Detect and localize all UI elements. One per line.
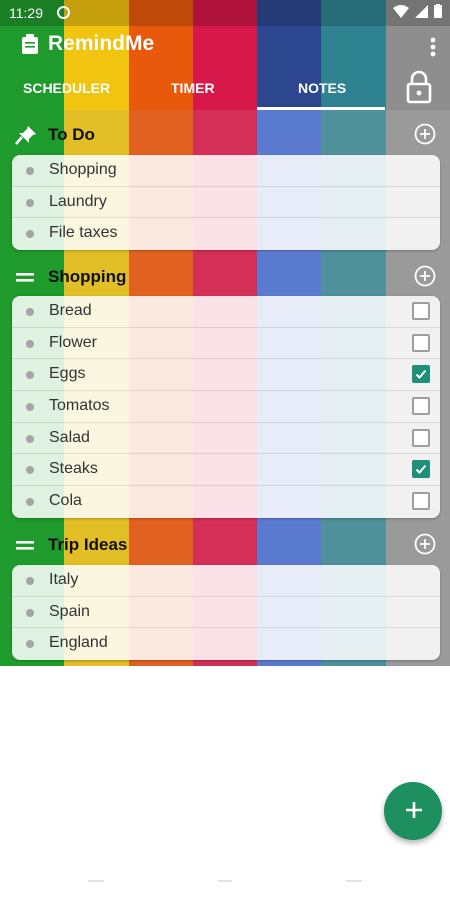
list-item[interactable]: Salad xyxy=(12,423,440,455)
item-checkbox[interactable] xyxy=(412,428,430,447)
checkmark-icon xyxy=(415,370,427,380)
bullet-icon xyxy=(26,371,34,380)
lock-icon[interactable] xyxy=(402,70,436,106)
nav-recent-hint xyxy=(346,880,362,882)
app-title: RemindMe xyxy=(48,32,155,55)
add-item-icon[interactable] xyxy=(414,265,436,287)
checkmark-icon xyxy=(415,465,427,475)
item-label: Flower xyxy=(49,333,98,351)
app-bar: RemindMe xyxy=(0,26,450,70)
pin-icon xyxy=(15,126,36,145)
battery-icon xyxy=(434,4,442,18)
note-items: Bread Flower Eggs Tomatos Salad Steaks C… xyxy=(12,296,440,518)
item-label: Cola xyxy=(49,492,82,510)
clipboard-icon xyxy=(22,34,38,54)
list-item[interactable]: England xyxy=(12,628,440,660)
note-items: Shopping Laundry File taxes xyxy=(12,155,440,251)
note-card-trip-ideas[interactable]: Trip Ideas Italy Spain England xyxy=(8,528,444,664)
list-item[interactable]: File taxes xyxy=(12,218,440,250)
item-checkbox[interactable] xyxy=(412,397,430,416)
bullet-icon xyxy=(26,640,34,649)
item-label: England xyxy=(49,634,108,652)
note-title: Trip Ideas xyxy=(48,535,128,554)
note-title: To Do xyxy=(48,125,95,144)
bullet-icon xyxy=(26,230,34,239)
item-label: File taxes xyxy=(49,224,118,242)
status-time: 11:29 xyxy=(9,5,43,21)
status-bar: 11:29 xyxy=(0,0,450,26)
tab-timer[interactable]: TIMER xyxy=(171,80,215,96)
bullet-icon xyxy=(26,577,34,585)
item-checkbox-checked[interactable] xyxy=(412,460,430,479)
list-item[interactable]: Shopping xyxy=(12,155,440,187)
note-title: Shopping xyxy=(48,267,127,286)
list-item[interactable]: Laundry xyxy=(12,187,440,219)
data-saver-icon xyxy=(57,6,70,19)
note-header: Trip Ideas xyxy=(8,528,444,562)
item-label: Shopping xyxy=(49,161,117,178)
bullet-icon xyxy=(26,466,34,475)
item-label: Spain xyxy=(49,602,90,620)
note-card-shopping[interactable]: Shopping Bread Flower Eggs Tomatos Salad… xyxy=(8,260,444,524)
note-items: Italy Spain England xyxy=(12,565,440,661)
drag-handle-icon[interactable] xyxy=(14,535,38,555)
bullet-icon xyxy=(26,198,34,207)
list-item[interactable]: Eggs xyxy=(12,359,440,392)
item-checkbox[interactable] xyxy=(412,333,430,352)
list-item[interactable]: Bread xyxy=(12,296,440,328)
item-checkbox-checked[interactable] xyxy=(412,365,430,384)
nav-back-hint xyxy=(88,880,104,882)
drag-handle-icon[interactable] xyxy=(14,267,38,287)
item-checkbox[interactable] xyxy=(412,492,430,511)
item-label: Bread xyxy=(49,302,92,319)
item-checkbox[interactable] xyxy=(412,302,430,320)
bullet-icon xyxy=(26,608,34,617)
item-label: Steaks xyxy=(49,460,98,478)
list-item[interactable]: Italy xyxy=(12,565,440,597)
bullet-icon xyxy=(26,308,34,316)
nav-home-hint xyxy=(218,880,232,882)
bullet-icon xyxy=(26,339,34,348)
item-label: Laundry xyxy=(49,192,107,210)
add-note-button[interactable] xyxy=(384,782,442,840)
list-item[interactable]: Steaks xyxy=(12,454,440,487)
list-item[interactable]: Tomatos xyxy=(12,391,440,423)
note-header: To Do xyxy=(8,118,444,152)
more-options-icon[interactable] xyxy=(430,36,436,58)
tab-bar: SCHEDULER TIMER NOTES xyxy=(0,70,450,110)
bullet-icon xyxy=(26,434,34,443)
item-label: Tomatos xyxy=(49,397,110,415)
signal-icon xyxy=(415,4,428,18)
add-item-icon[interactable] xyxy=(414,533,436,555)
bullet-icon xyxy=(26,498,34,507)
note-header: Shopping xyxy=(8,260,444,294)
tab-notes[interactable]: NOTES xyxy=(298,80,346,96)
list-item[interactable]: Spain xyxy=(12,597,440,629)
add-item-icon[interactable] xyxy=(414,123,436,145)
item-label: Eggs xyxy=(49,365,86,383)
bullet-icon xyxy=(26,167,34,175)
plus-icon xyxy=(406,802,422,818)
note-card-todo[interactable]: To Do Shopping Laundry File taxes xyxy=(8,118,444,254)
list-item[interactable]: Flower xyxy=(12,328,440,360)
list-item[interactable]: Cola xyxy=(12,486,440,518)
item-label: Italy xyxy=(49,571,79,588)
item-label: Salad xyxy=(49,428,90,446)
bullet-icon xyxy=(26,403,34,412)
wifi-icon xyxy=(393,4,409,18)
tab-scheduler[interactable]: SCHEDULER xyxy=(23,80,110,96)
